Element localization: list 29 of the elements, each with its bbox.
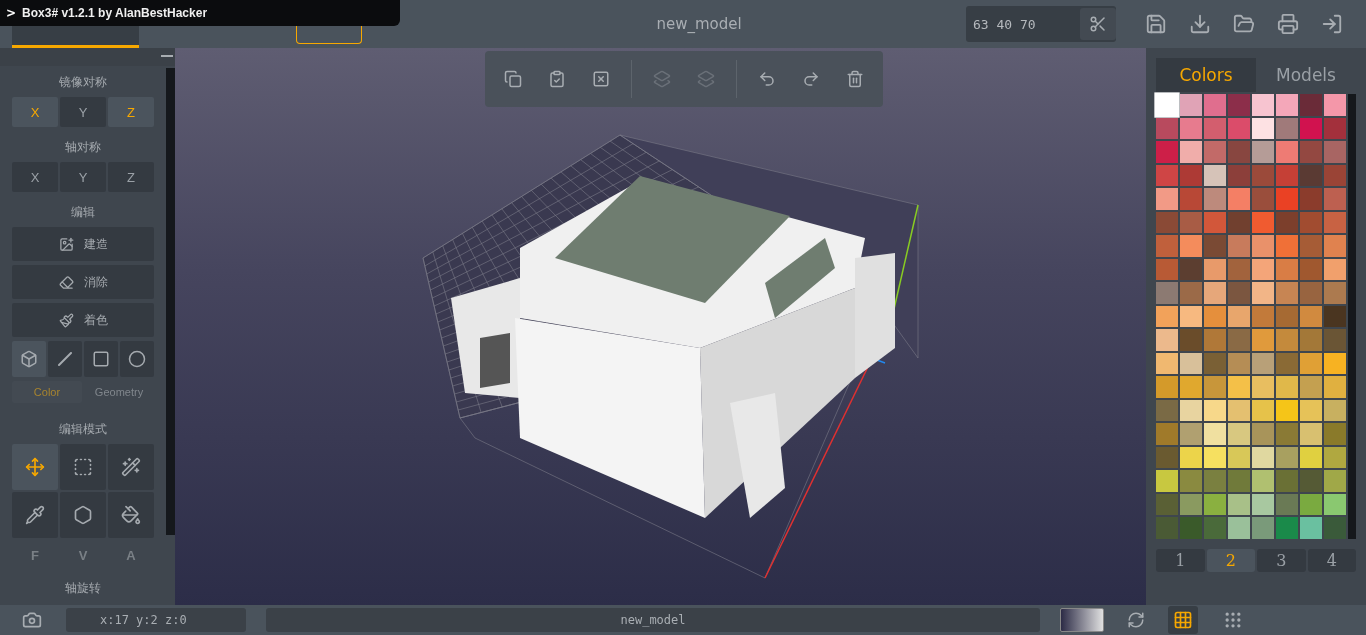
section-title: 编辑模式 [58, 421, 108, 438]
section-title: 镜像对称 [58, 74, 108, 91]
panel-tab[interactable]: Colors [1156, 58, 1256, 92]
section-title: 编辑 [70, 204, 96, 221]
axis-toggle[interactable]: X [12, 162, 58, 192]
edit-action-button[interactable]: 建造 [12, 227, 154, 261]
app-title: Box3# v1.2.1 by AlanBestHacker [22, 6, 208, 20]
mode-tab[interactable]: Geometry [84, 381, 154, 403]
panel-tab[interactable]: Models [1256, 58, 1356, 92]
page-button[interactable]: 1 [1156, 548, 1205, 572]
page-button[interactable]: 3 [1257, 548, 1306, 572]
model-name-field[interactable]: new_model [266, 608, 1040, 632]
axis-toggle[interactable]: Z [108, 162, 154, 192]
dimensions-input[interactable]: 63 40 70 [966, 15, 1080, 33]
axis-toggle[interactable]: Y [60, 97, 106, 127]
chevron-text: > [6, 6, 17, 20]
section-title: 轴对称 [64, 139, 102, 156]
document-title: new_model [655, 15, 743, 33]
coordinates-field: x:17 y:2 z:0 [66, 608, 246, 632]
dimensions-field[interactable]: 63 40 70 [966, 6, 1116, 42]
section-title: 轴旋转 [64, 580, 102, 597]
edit-action-button[interactable]: 着色 [12, 303, 154, 337]
axis-toggle[interactable]: Y [60, 162, 106, 192]
axis-toggle[interactable]: Z [108, 97, 154, 127]
page-button[interactable]: 2 [1206, 548, 1255, 572]
axis-toggle[interactable]: X [12, 97, 58, 127]
page-button[interactable]: 4 [1307, 548, 1356, 572]
mode-tab[interactable]: Color [12, 381, 82, 403]
edit-action-button[interactable]: 消除 [12, 265, 154, 299]
